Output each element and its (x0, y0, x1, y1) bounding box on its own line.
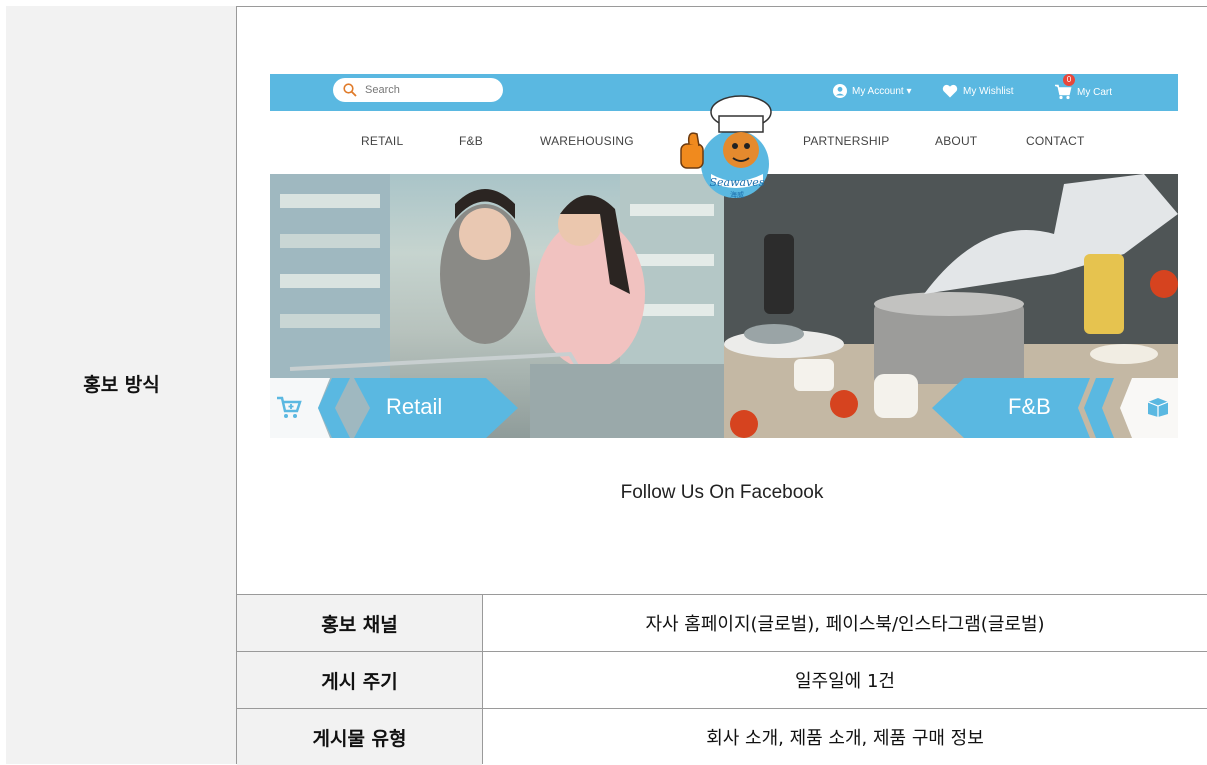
left-header-label: 홍보 방식 (83, 374, 160, 396)
search-placeholder: Search (365, 84, 400, 96)
my-cart-label: My Cart (1077, 86, 1112, 98)
row-key-channel: 홍보 채널 (237, 595, 482, 651)
row-value-post-type: 회사 소개, 제품 소개, 제품 구매 정보 (706, 728, 984, 749)
site-search-input: Search (333, 78, 503, 102)
my-account-link: My Account ▾ (833, 84, 912, 98)
fnb-ribbon (932, 378, 1178, 438)
cart-count-badge: 0 (1063, 74, 1075, 86)
heart-icon (942, 84, 958, 98)
seawaves-logo: Seawaves 海威 (680, 95, 772, 199)
add-to-cart-icon (277, 396, 302, 418)
logo-subtext: 海威 (730, 190, 744, 199)
nav-item-warehousing: WAREHOUSING (540, 134, 634, 148)
my-cart-link: My Cart (1054, 84, 1112, 100)
box-icon (1147, 398, 1169, 417)
my-wishlist-link: My Wishlist (942, 84, 1014, 98)
row-value-frequency: 일주일에 1건 (795, 671, 895, 692)
row-value-channel: 자사 홈페이지(글로벌), 페이스북/인스타그램(글로벌) (645, 614, 1045, 635)
my-wishlist-label: My Wishlist (963, 85, 1014, 97)
cart-icon (1055, 84, 1072, 100)
search-icon (343, 83, 357, 97)
nav-item-about: ABOUT (935, 134, 978, 148)
retail-ribbon-label: Retail (386, 394, 443, 419)
user-icon (833, 84, 847, 98)
row-key-post-type: 게시물 유형 (237, 709, 482, 765)
fnb-ribbon-label: F&B (1008, 394, 1051, 419)
nav-item-fnb: F&B (459, 134, 483, 148)
website-screenshot: Search My Account ▾ My Wishlist My Cart … (270, 74, 1178, 438)
nav-item-partnership: PARTNERSHIP (803, 134, 890, 148)
logo-text: Seawaves (710, 176, 765, 189)
nav-item-retail: RETAIL (361, 134, 404, 148)
facebook-heading: Follow Us On Facebook (620, 482, 824, 503)
nav-item-contact: CONTACT (1026, 134, 1085, 148)
my-account-label: My Account ▾ (852, 85, 912, 97)
row-key-frequency: 게시 주기 (237, 652, 482, 708)
